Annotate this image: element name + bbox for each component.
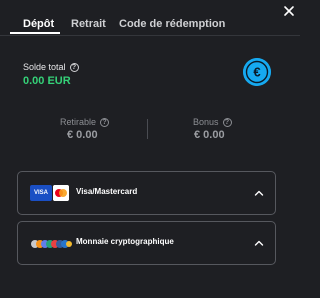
payment-method-visa-mastercard[interactable]: VISA Visa/Mastercard xyxy=(17,171,276,215)
tab-redemption-code[interactable]: Code de rédemption xyxy=(119,18,225,30)
method-label: Monnaie cryptographique xyxy=(76,237,174,246)
balance-label-text: Solde total xyxy=(23,62,66,72)
info-icon[interactable]: ? xyxy=(222,117,232,127)
bonus-label: Bonus ? xyxy=(193,117,232,127)
visa-logo: VISA xyxy=(30,185,52,201)
withdrawable-label: Retirable ? xyxy=(60,117,110,127)
tab-bar: Dépôt Retrait Code de rédemption xyxy=(0,0,300,36)
chevron-up-icon[interactable] xyxy=(253,237,265,249)
tab-withdraw[interactable]: Retrait xyxy=(71,18,106,30)
info-icon[interactable]: ? xyxy=(69,62,79,72)
close-icon[interactable] xyxy=(283,5,295,17)
balance-label: Solde total ? xyxy=(23,62,79,72)
euro-icon: € xyxy=(243,58,271,86)
bonus-label-text: Bonus xyxy=(193,117,219,127)
mastercard-logo xyxy=(53,185,69,201)
bonus-value: € 0.00 xyxy=(194,129,225,141)
withdrawable-label-text: Retirable xyxy=(60,117,97,127)
active-tab-indicator xyxy=(10,32,60,34)
crypto-logos-icon xyxy=(31,240,72,248)
stats-divider xyxy=(147,119,148,139)
payment-method-crypto[interactable]: Monnaie cryptographique xyxy=(17,221,276,265)
balance-value: 0.00 EUR xyxy=(23,75,71,87)
method-label: Visa/Mastercard xyxy=(76,187,138,196)
withdrawable-value: € 0.00 xyxy=(67,129,98,141)
svg-text:€: € xyxy=(253,65,260,80)
tab-deposit[interactable]: Dépôt xyxy=(23,18,54,30)
chevron-up-icon[interactable] xyxy=(253,187,265,199)
tabs-divider xyxy=(0,35,300,36)
info-icon[interactable]: ? xyxy=(100,117,110,127)
